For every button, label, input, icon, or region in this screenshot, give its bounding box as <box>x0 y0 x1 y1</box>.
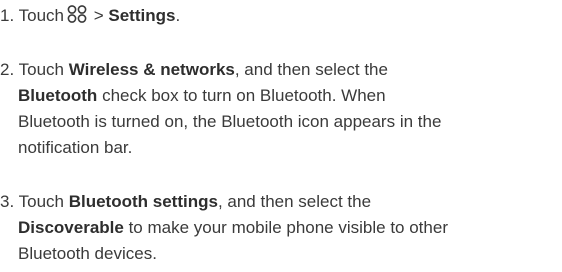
step-1-end: . <box>175 6 181 25</box>
step-1: 1. Touch > Settings. <box>0 3 562 29</box>
step-3-text-3: to make your mobile phone visible to oth… <box>128 218 448 237</box>
step-1-text-touch: Touch <box>18 6 64 25</box>
step-2-line-4: notification bar. <box>0 135 562 161</box>
step-2-text-4: Bluetooth is turned on, the Bluetooth ic… <box>18 112 442 131</box>
step-3-text-1: Touch <box>18 192 64 211</box>
step-2-bold-1: Wireless & networks <box>68 60 235 79</box>
step-3-bold-1: Bluetooth settings <box>68 192 218 211</box>
step-2-text-1: Touch <box>18 60 64 79</box>
step-2-line-3: Bluetooth is turned on, the Bluetooth ic… <box>0 109 562 135</box>
step-3-line-1: 3. Touch Bluetooth settings, and then se… <box>0 189 562 215</box>
step-1-number: 1. <box>0 6 15 25</box>
step-2-number: 2. <box>0 60 15 79</box>
step-3-line-3: Bluetooth devices. <box>0 241 562 267</box>
step-2-text-3: check box to turn on Bluetooth. When <box>102 86 386 105</box>
instruction-steps: 1. Touch > Settings. 2. Touch Wireless &… <box>0 0 562 272</box>
step-1-text-arrow: > <box>93 6 104 25</box>
step-3-text-2: , and then select the <box>217 192 372 211</box>
step-3-bold-2: Discoverable <box>18 218 124 237</box>
step-3-number: 3. <box>0 192 15 211</box>
step-2-line-1: 2. Touch Wireless & networks, and then s… <box>0 57 562 83</box>
step-2-text-2: , and then select the <box>234 60 388 79</box>
step-3: 3. Touch Bluetooth settings, and then se… <box>0 189 562 267</box>
step-1-bold-settings: Settings <box>108 6 176 25</box>
apps-launcher-icon <box>67 5 87 23</box>
step-2: 2. Touch Wireless & networks, and then s… <box>0 57 562 161</box>
step-1-line-1: 1. Touch > Settings. <box>0 3 562 29</box>
step-3-line-2: Discoverable to make your mobile phone v… <box>0 215 562 241</box>
step-2-text-5: notification bar. <box>18 138 133 157</box>
step-2-line-2: Bluetooth check box to turn on Bluetooth… <box>0 83 562 109</box>
step-2-bold-2: Bluetooth <box>18 86 98 105</box>
step-3-text-4: Bluetooth devices. <box>18 244 157 263</box>
